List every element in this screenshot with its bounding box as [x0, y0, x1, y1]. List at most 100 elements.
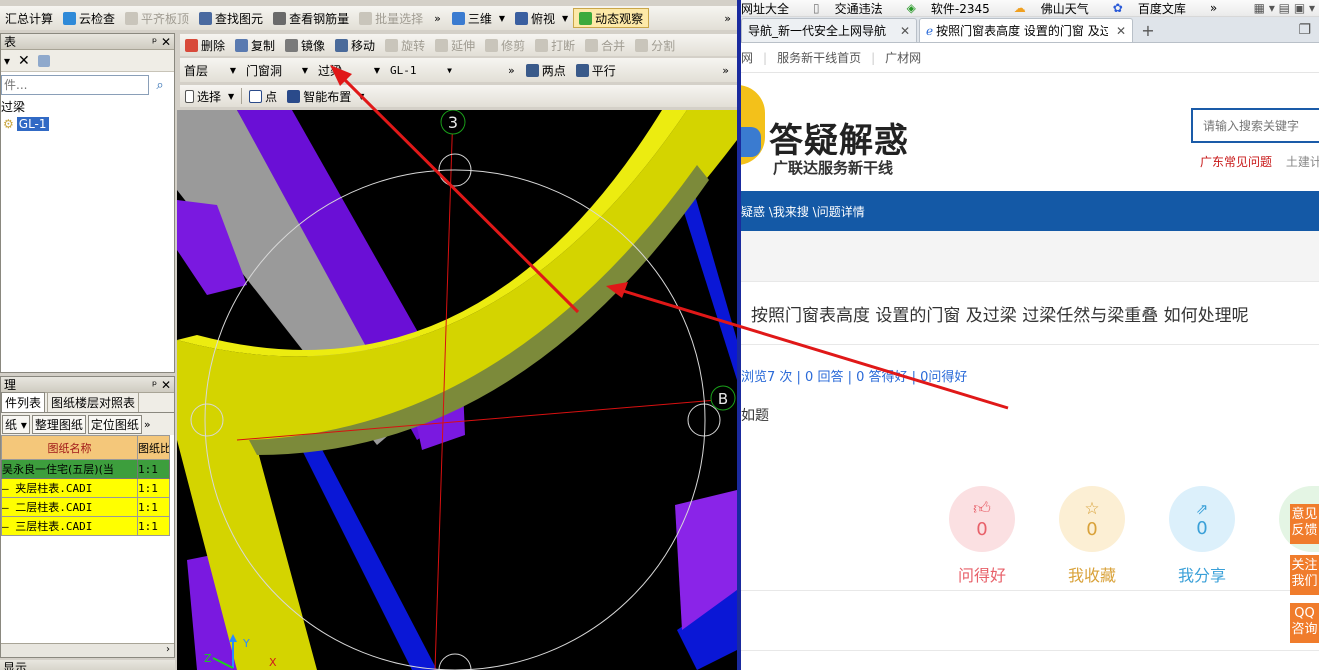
bookmark-item[interactable]: ▯ 交通违法 — [813, 0, 895, 16]
summary-button[interactable]: 汇总计算 — [0, 8, 58, 28]
new-dropdown-icon[interactable]: ▾ — [4, 54, 10, 68]
trim-button[interactable]: 修剪 — [480, 35, 530, 55]
search-icon[interactable]: ⌕ — [149, 75, 171, 95]
summary-label: 汇总计算 — [5, 11, 54, 26]
parallel-button[interactable]: 平行 — [571, 60, 621, 80]
batch-select-button[interactable]: 批量选择 — [354, 8, 428, 28]
two-points-button[interactable]: 两点 — [521, 60, 571, 80]
follow-side-button[interactable]: 关注我们 — [1290, 555, 1319, 595]
scroll-right-icon[interactable]: › — [166, 644, 170, 655]
new-tab-button[interactable]: + — [1135, 18, 1161, 42]
feedback-side-button[interactable]: 意见反馈 — [1290, 504, 1319, 544]
hot-link[interactable]: 土建计 — [1286, 155, 1319, 169]
move-button[interactable]: 移动 — [330, 35, 380, 55]
table-row[interactable]: — 三层柱表.CADI 1:1 — [1, 516, 170, 536]
tab-list-icon[interactable]: ❐ — [1298, 22, 1311, 38]
floor-select[interactable]: 首层 ▼ — [180, 61, 240, 79]
locate-drawing-button[interactable]: 定位图纸 — [87, 414, 142, 434]
trim-label: 修剪 — [501, 38, 526, 53]
share-icon: ⇗ — [1195, 499, 1209, 518]
tab-question[interactable]: ℯ 按照门窗表高度 设置的门窗 及过 ✕ — [919, 18, 1133, 42]
flat-slab-button[interactable]: 平齐板顶 — [120, 8, 194, 28]
toolbar-overflow-icon[interactable]: » — [724, 12, 731, 25]
tree-node-gl1[interactable]: ⚙ GL-1 — [1, 115, 174, 132]
organize-drawings-button[interactable]: 整理图纸 — [31, 414, 86, 434]
qq-side-button[interactable]: QQ咨询 — [1290, 603, 1319, 643]
table-row[interactable]: 吴永良一住宅(五层)(当 1:1 — [1, 459, 170, 479]
favorite-button[interactable]: ☆ 0 我收藏 — [1059, 486, 1125, 586]
nav-link[interactable]: 网 — [741, 49, 753, 66]
component-search-input[interactable] — [1, 75, 149, 95]
break-button[interactable]: 打断 — [530, 35, 580, 55]
tree-node-lintel[interactable]: 过梁 — [1, 98, 174, 115]
type-select[interactable]: 过梁 ▼ — [314, 61, 384, 79]
view-rebar-button[interactable]: 查看钢筋量 — [268, 8, 354, 28]
toolbar-overflow-icon[interactable]: » — [722, 64, 729, 77]
toolbar-overflow-icon[interactable]: » — [508, 64, 515, 77]
rotate-button[interactable]: 旋转 — [380, 35, 430, 55]
category-select[interactable]: 门窗洞 ▼ — [242, 61, 312, 79]
smart-place-button[interactable]: 智能布置 ▼ — [282, 86, 369, 106]
point-button[interactable]: 点 — [244, 86, 282, 106]
toolbar-overflow-icon[interactable]: » — [434, 12, 441, 25]
copy-button[interactable]: 复制 — [230, 35, 280, 55]
extend-button[interactable]: 延伸 — [430, 35, 480, 55]
delete-icon[interactable]: ✕ — [18, 53, 30, 69]
tab-floor-mapping[interactable]: 图纸楼层对照表 — [47, 392, 140, 412]
move-label: 移动 — [351, 38, 376, 53]
top-view-button[interactable]: 俯视 ▼ — [510, 8, 573, 28]
toolbar-overflow-icon[interactable]: » — [144, 418, 151, 431]
orbit-handle-right[interactable] — [687, 403, 721, 437]
bookmark-item[interactable]: ✿ 百度文库 — [1113, 0, 1198, 16]
table-row[interactable]: — 二层柱表.CADI 1:1 — [1, 497, 170, 517]
pin-close-icons[interactable]: ᵖ ✕ — [152, 378, 171, 392]
drawing-button[interactable]: 纸 ▾ — [2, 414, 30, 434]
view-3d-button[interactable]: 三维 ▼ — [447, 8, 510, 28]
merge-button[interactable]: 合并 — [580, 35, 630, 55]
split-button[interactable]: 分割 — [630, 35, 680, 55]
view-rebar-label: 查看钢筋量 — [289, 11, 350, 26]
split-label: 分割 — [651, 38, 676, 53]
smart-place-icon — [287, 89, 301, 103]
tab-component-list[interactable]: 件列表 — [1, 392, 46, 412]
bookmark-item[interactable]: 网址大全 — [741, 0, 801, 16]
horizontal-scrollbar[interactable]: › — [1, 643, 174, 657]
chevron-down-icon: ▼ — [498, 13, 505, 23]
tree-node-label: GL-1 — [16, 116, 49, 131]
table-row[interactable]: — 夹层柱表.CADI 1:1 — [1, 478, 170, 498]
bookmark-item[interactable]: ◈ 软件-2345 — [907, 0, 1002, 16]
mirror-button[interactable]: 镜像 — [280, 35, 330, 55]
break-icon — [535, 38, 549, 52]
chevron-down-icon: ▼ — [358, 91, 365, 101]
favorite-label: 我收藏 — [1067, 566, 1116, 585]
like-button[interactable]: 👍︎ 0 问得好 — [949, 486, 1015, 586]
select-button[interactable]: 选择 ▼ — [180, 86, 239, 106]
cloud-check-button[interactable]: 云检查 — [58, 8, 120, 28]
site-search-input[interactable] — [1191, 108, 1319, 143]
browser-tools-icons[interactable]: ▦ ▾ ▤ ▣ ▾ — [1254, 1, 1315, 15]
copy-icon[interactable] — [37, 54, 50, 67]
drawing-table-header: 图纸名称 图纸比 — [1, 435, 170, 460]
tab-navigation[interactable]: 导航_新一代安全上网导航 ✕ — [741, 18, 917, 42]
nav-link[interactable]: 服务新干线首页 — [777, 49, 861, 66]
delete-button[interactable]: 删除 — [180, 35, 230, 55]
hot-link[interactable]: 广东常见问题 — [1200, 155, 1272, 169]
parallel-icon — [575, 63, 589, 77]
eraser-icon — [185, 38, 198, 52]
close-icon[interactable]: ✕ — [1116, 24, 1126, 38]
bookmark-overflow-icon[interactable]: » — [1210, 1, 1217, 15]
tab-label: 按照门窗表高度 设置的门窗 及过 — [936, 24, 1108, 38]
pin-close-icons[interactable]: ᵖ ✕ — [152, 35, 171, 49]
orbit-handle-bottom[interactable] — [438, 653, 472, 670]
element-select[interactable]: GL-1 ▼ — [386, 61, 456, 79]
3d-viewport[interactable]: 3 B Y Z X — [177, 110, 737, 670]
tree-node-label: 过梁 — [1, 100, 26, 114]
find-element-button[interactable]: 查找图元 — [194, 8, 268, 28]
two-points-icon — [525, 63, 539, 77]
bookmark-item[interactable]: ☁ 佛山天气 — [1014, 0, 1101, 16]
drawing-table: 图纸名称 图纸比 吴永良一住宅(五层)(当 1:1 — 夹层柱表.CADI 1:… — [1, 435, 170, 536]
share-button[interactable]: ⇗ 0 我分享 — [1169, 486, 1235, 586]
nav-link[interactable]: 广材网 — [885, 49, 921, 66]
dynamic-observe-button[interactable]: 动态观察 — [573, 8, 650, 28]
close-icon[interactable]: ✕ — [900, 24, 910, 38]
